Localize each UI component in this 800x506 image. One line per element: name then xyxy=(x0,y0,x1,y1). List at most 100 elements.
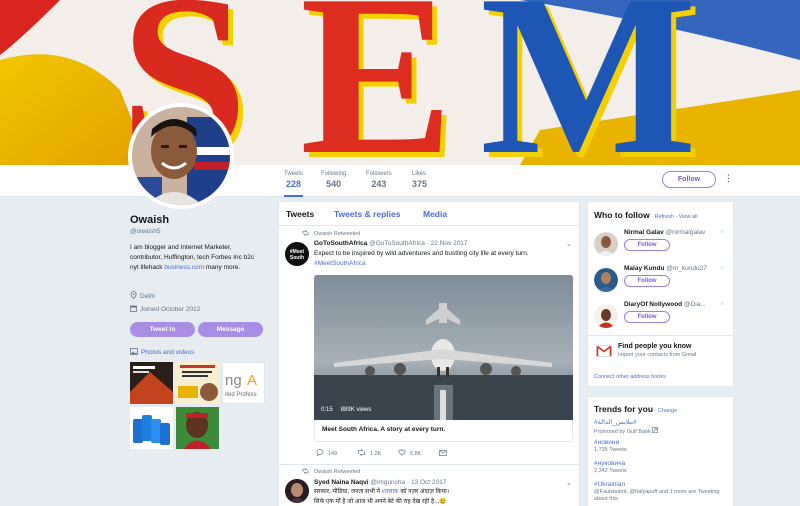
retweet-icon xyxy=(357,449,366,458)
message-button[interactable]: Message xyxy=(198,322,263,337)
tweet-author-avatar[interactable] xyxy=(285,479,309,503)
suggested-user-avatar[interactable] xyxy=(594,268,618,292)
tweet-author-handle[interactable]: @GoToSouthAfrica xyxy=(369,240,425,247)
stat-value: 243 xyxy=(371,179,387,189)
refresh-view-all-links[interactable]: · Refresh · View all xyxy=(650,214,697,220)
tweet-body: सरकार, मीडिया, जनता सभी ने xyxy=(314,489,382,495)
tweet-header: Syed Naina Naqvi @imguncha · 13 Oct 2017 xyxy=(314,479,446,486)
trend-name: #Ukrainian xyxy=(594,481,626,488)
profile-handle[interactable]: @owaish5 xyxy=(130,228,160,235)
profile-name[interactable]: Owaish xyxy=(130,214,169,226)
joined-text: Joined October 2012 xyxy=(140,306,201,313)
video-frame xyxy=(314,275,573,420)
suggested-user-follow-button[interactable]: Follow xyxy=(624,275,670,287)
media-thumbnail[interactable] xyxy=(130,362,173,404)
trend-item[interactable]: #Ukrainian @Faulstalent, @halyapuff and … xyxy=(594,481,732,503)
envelope-icon xyxy=(439,449,447,458)
close-icon[interactable]: × xyxy=(720,265,724,272)
retweet-icon xyxy=(302,230,309,238)
tweet-hashtag[interactable]: #MeetSouthAfrica xyxy=(314,260,366,267)
profile-bio: I am blogger and Internet Marketer, cont… xyxy=(130,243,262,273)
suggested-user-follow-button[interactable]: Follow xyxy=(624,311,670,323)
trend-subtitle-text: Promoted by Gulf Bank xyxy=(594,429,651,435)
tweet-date[interactable]: · 22 Nov 2017 xyxy=(427,240,468,247)
suggested-user-name[interactable]: DiaryOf Nollywood @Dia... xyxy=(624,301,714,308)
stat-following[interactable]: Following 540 xyxy=(321,171,346,189)
tweet-text: Expect to be inspired by wild adventures… xyxy=(314,249,569,268)
tweet-body: सिर्फ एक माँ है जो आज भी अपने बेटे की रा… xyxy=(314,498,447,505)
media-thumbnail[interactable] xyxy=(176,407,219,449)
suggested-user-name[interactable]: Nirmal Galav @nirmalgalav xyxy=(624,229,714,236)
retweet-note: Owaish Retweeted xyxy=(314,231,361,237)
chevron-down-icon[interactable]: ⌄ xyxy=(566,479,572,487)
photos-videos-link[interactable]: Photos and videos xyxy=(130,348,194,357)
stat-value: 228 xyxy=(285,179,302,189)
stat-label: Likes xyxy=(412,171,427,177)
retweet-count: 1.2K xyxy=(370,450,382,457)
tweet-hashtag[interactable]: #तलाक xyxy=(382,489,399,495)
avatar[interactable] xyxy=(128,103,234,209)
trend-subtitle: @Faulstalent, @halyapuff and 1 more are … xyxy=(594,489,720,502)
profile-banner: S E M xyxy=(0,0,800,165)
follow-button[interactable]: Follow xyxy=(662,171,716,188)
reply-action[interactable]: 149 xyxy=(316,449,357,458)
tab-tweets[interactable]: Tweets xyxy=(286,209,314,219)
tweet-video[interactable]: 0:15 889K views xyxy=(314,275,573,420)
trend-subtitle: Promoted by Gulf Bank xyxy=(594,427,732,436)
tweet-body: Expect to be inspired by wild adventures… xyxy=(314,250,529,257)
suggested-user-avatar[interactable] xyxy=(594,232,618,256)
change-trends-link[interactable]: · Change xyxy=(653,408,678,414)
retweet-action[interactable]: 1.2K xyxy=(357,449,398,458)
more-options-icon[interactable]: ⋮ xyxy=(724,173,733,184)
suggested-user-name[interactable]: Malay Kundu @m_kundu27 xyxy=(624,265,714,272)
tweet-to-button[interactable]: Tweet to xyxy=(130,322,195,337)
tweet-text: सरकार, मीडिया, जनता सभी ने #तलाक को नज़र… xyxy=(314,488,569,506)
stat-value: 540 xyxy=(326,179,342,189)
dm-action[interactable] xyxy=(439,449,480,458)
suggested-user-handle: @Dia... xyxy=(683,301,706,308)
trend-item[interactable]: #новини 1,735 Tweets xyxy=(594,439,732,454)
chevron-down-icon[interactable]: ⌄ xyxy=(566,240,572,248)
tab-tweets-replies[interactable]: Tweets & replies xyxy=(334,209,400,219)
tweet-author-name[interactable]: GoToSouthAfrica xyxy=(314,240,367,247)
suggested-user-display-name: Malay Kundu xyxy=(624,265,665,272)
who-to-follow-header: Who to follow · Refresh · View all xyxy=(594,210,698,220)
tweet-date[interactable]: · 13 Oct 2017 xyxy=(407,479,446,486)
media-thumbnail[interactable] xyxy=(130,407,173,449)
profile-joined: Joined October 2012 xyxy=(130,305,200,314)
stat-followers[interactable]: Followers 243 xyxy=(366,171,392,189)
svg-text:South: South xyxy=(290,255,304,261)
video-caption[interactable]: Meet South Africa. A story at every turn… xyxy=(314,420,573,442)
connect-address-books-link[interactable]: Connect other address books xyxy=(594,374,666,380)
close-icon[interactable]: × xyxy=(720,301,724,308)
video-views: 889K views xyxy=(340,407,372,413)
find-people-row[interactable]: Find people you know Import your contact… xyxy=(594,340,732,364)
trends-card: Trends for you · Change #ملابس_الدالة# P… xyxy=(587,396,734,506)
trend-name: #ملابس_الدالة# xyxy=(594,419,637,426)
trend-name: #нуковича xyxy=(594,460,626,467)
close-icon[interactable]: × xyxy=(720,229,724,236)
tab-media[interactable]: Media xyxy=(423,209,447,219)
avatar-image xyxy=(132,107,230,205)
media-thumbnail[interactable]: ng Aited Profess xyxy=(222,362,265,404)
tweet-author-name[interactable]: Syed Naina Naqvi xyxy=(314,479,369,486)
location-pin-icon xyxy=(130,291,137,301)
like-action[interactable]: 6.8K xyxy=(398,449,439,458)
tweet-author-handle[interactable]: @imguncha xyxy=(370,479,405,486)
banner-letter-m: M xyxy=(480,0,698,165)
retweet-indicator: Owaish Retweeted xyxy=(302,468,360,476)
stat-value: 375 xyxy=(412,179,428,189)
trend-item[interactable]: #нуковича 2,342 Tweets xyxy=(594,460,732,475)
svg-text:ited Profess: ited Profess xyxy=(225,392,257,398)
media-thumbnail[interactable] xyxy=(176,362,219,404)
stat-likes[interactable]: Likes 375 xyxy=(412,171,427,189)
stat-tweets[interactable]: Tweets 228 xyxy=(284,171,304,197)
suggested-user: DiaryOf Nollywood @Dia... Follow × xyxy=(594,301,732,335)
who-to-follow-title: Who to follow xyxy=(594,210,650,220)
trend-item[interactable]: #ملابس_الدالة# Promoted by Gulf Bank xyxy=(594,418,732,436)
suggested-user-follow-button[interactable]: Follow xyxy=(624,239,670,251)
reply-icon xyxy=(316,449,324,458)
bio-link[interactable]: business.com xyxy=(164,264,204,271)
suggested-user-avatar[interactable] xyxy=(594,304,618,328)
tweet-author-avatar[interactable]: #Meet South xyxy=(285,242,309,266)
